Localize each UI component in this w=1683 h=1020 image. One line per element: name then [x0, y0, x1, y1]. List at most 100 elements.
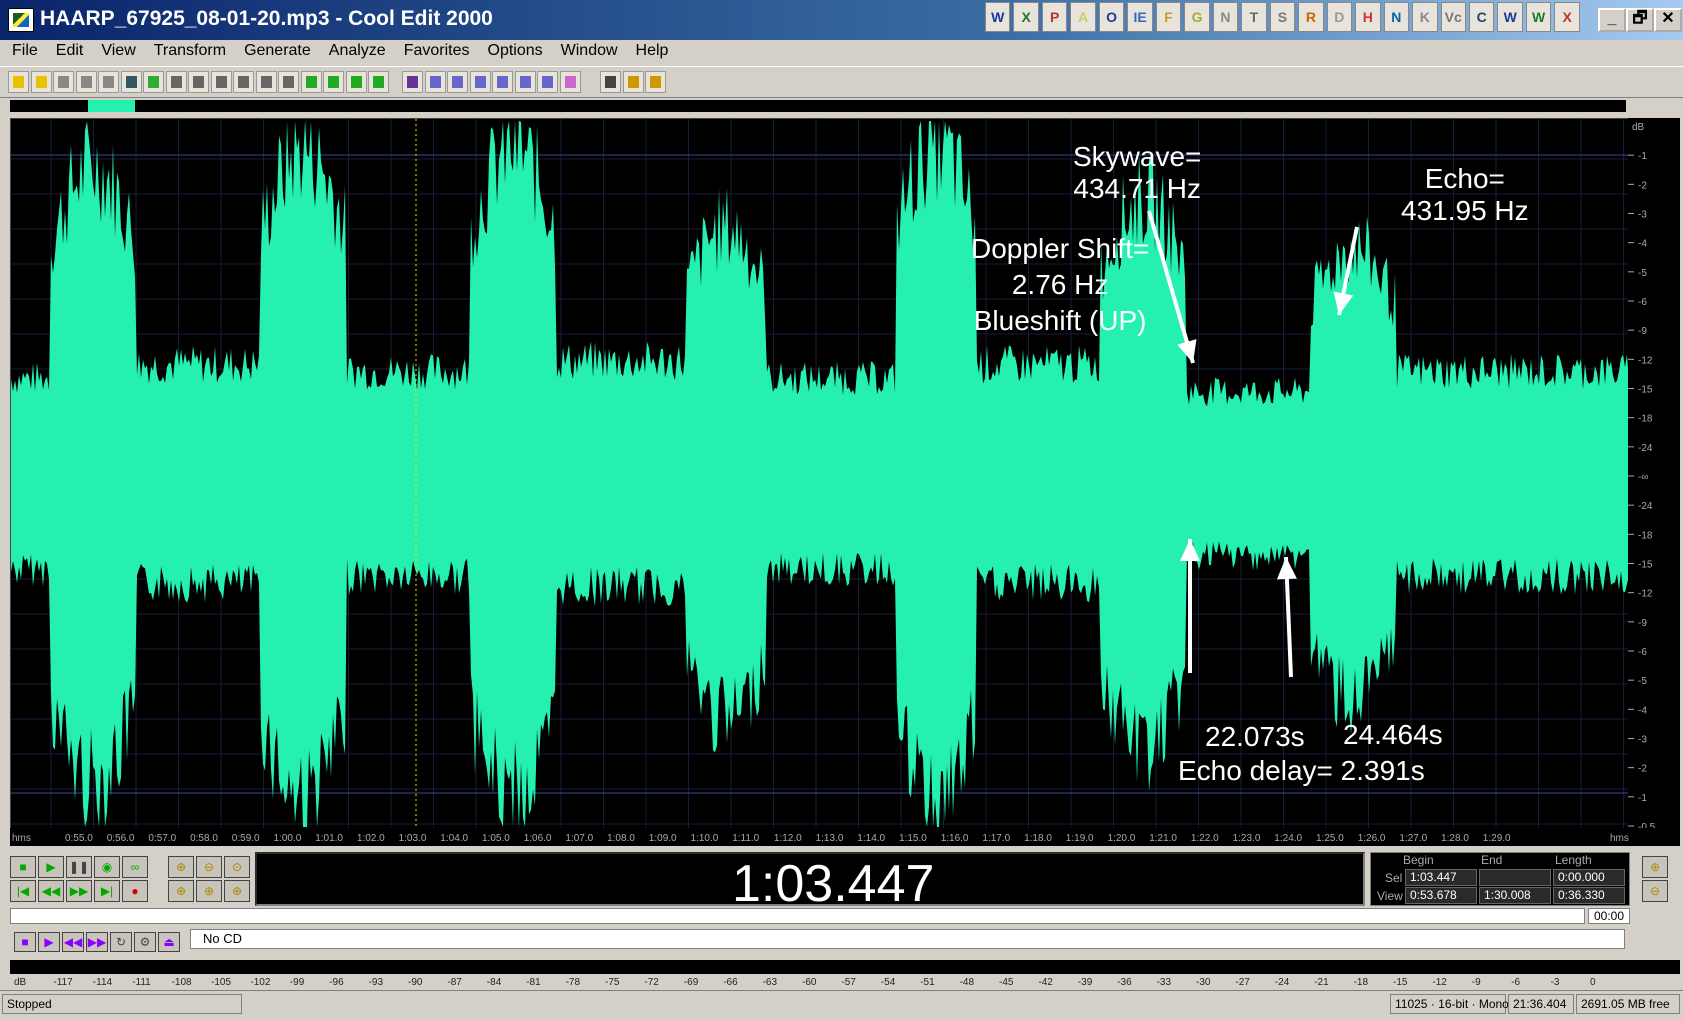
app-icon[interactable] — [8, 8, 34, 32]
menu-generate[interactable]: Generate — [238, 40, 323, 66]
toolbar-button-2[interactable] — [53, 71, 74, 93]
zoom-out-horizontal-button[interactable]: ⊖ — [196, 856, 222, 878]
zoom-full-button[interactable]: ⊙ — [224, 856, 250, 878]
tray-icon-1[interactable]: X — [1013, 2, 1039, 32]
menu-view[interactable]: View — [95, 40, 147, 66]
toolbar-button-23[interactable] — [537, 71, 558, 93]
cd-eject-button[interactable]: ⏏ — [158, 932, 180, 952]
toolbar-button-14[interactable] — [323, 71, 344, 93]
toolbar-button-13[interactable] — [300, 71, 322, 93]
title-bar[interactable]: HAARP_67925_08-01-20.mp3 - Cool Edit 200… — [0, 0, 1683, 40]
menu-favorites[interactable]: Favorites — [398, 40, 482, 66]
pause-button[interactable]: ❚❚ — [66, 856, 92, 878]
play-button[interactable]: ▶ — [38, 856, 64, 878]
tray-icon-18[interactable]: W — [1497, 2, 1523, 32]
toolbar-button-11[interactable] — [255, 71, 277, 93]
toolbar-button-22[interactable] — [514, 71, 536, 93]
tray-icon-6[interactable]: F — [1155, 2, 1182, 32]
cd-prev-button[interactable]: ◀◀ — [62, 932, 84, 952]
toolbar-button-24[interactable] — [559, 71, 581, 93]
toolbar-button-7[interactable] — [165, 71, 187, 93]
zoom-to-left-button[interactable]: ⊕ — [168, 880, 194, 902]
toolbar-button-10[interactable] — [233, 71, 254, 93]
menu-edit[interactable]: Edit — [50, 40, 96, 66]
tray-icon-3[interactable]: A — [1070, 2, 1096, 32]
menu-options[interactable]: Options — [482, 40, 555, 66]
tray-icon-4[interactable]: O — [1098, 2, 1125, 32]
minimize-button[interactable]: _ — [1598, 8, 1626, 32]
menu-file[interactable]: File — [6, 40, 50, 66]
waveform-overview-bar[interactable] — [10, 100, 1626, 112]
toolbar-button-6[interactable] — [143, 71, 164, 93]
toolbar-button-27[interactable] — [645, 71, 666, 93]
menu-transform[interactable]: Transform — [148, 40, 238, 66]
tray-icon-15[interactable]: K — [1412, 2, 1438, 32]
play-to-end-button[interactable]: ◉ — [94, 856, 120, 878]
cd-loop-button[interactable]: ↻ — [110, 932, 132, 952]
go-to-end-button[interactable]: ▶| — [94, 880, 120, 902]
toolbar-button-8[interactable] — [188, 71, 209, 93]
zoom-to-right-button[interactable]: ⊕ — [196, 880, 222, 902]
rewind-button[interactable]: ◀◀ — [38, 880, 64, 902]
tray-icon-12[interactable]: D — [1326, 2, 1353, 32]
toolbar-button-4[interactable] — [98, 71, 119, 93]
view-begin-field[interactable]: 0:53.678 — [1405, 887, 1477, 904]
toolbar-button-16[interactable] — [368, 71, 389, 93]
toolbar-button-17[interactable] — [402, 71, 423, 93]
cd-stop-button[interactable]: ■ — [14, 932, 36, 952]
tray-icon-2[interactable]: P — [1041, 2, 1068, 32]
toolbar-button-20[interactable] — [469, 71, 491, 93]
menu-help[interactable]: Help — [630, 40, 681, 66]
tray-icon-20[interactable]: X — [1554, 2, 1580, 32]
tray-icon-10[interactable]: S — [1269, 2, 1296, 32]
zoom-in-vertical-button[interactable]: ⊕ — [1642, 856, 1668, 878]
loop-button[interactable]: ∞ — [122, 856, 148, 878]
tray-icon-11[interactable]: R — [1298, 2, 1324, 32]
zoom-selection-button[interactable]: ⊕ — [224, 880, 250, 902]
tray-icon-16[interactable]: Vc — [1440, 2, 1466, 32]
tray-icon-14[interactable]: N — [1383, 2, 1410, 32]
sel-begin-field[interactable]: 1:03.447 — [1405, 869, 1477, 886]
tray-icon-9[interactable]: T — [1241, 2, 1267, 32]
toolbar-button-0[interactable] — [8, 71, 29, 93]
cd-play-button[interactable]: ▶ — [38, 932, 60, 952]
toolbar-button-5[interactable] — [120, 71, 142, 93]
tray-icon-7[interactable]: G — [1184, 2, 1210, 32]
close-button[interactable]: ✕ — [1654, 8, 1682, 32]
zoom-out-vertical-button[interactable]: ⊖ — [1642, 880, 1668, 902]
toolbar-button-9[interactable] — [210, 71, 232, 93]
fast-forward-button[interactable]: ▶▶ — [66, 880, 92, 902]
cd-next-button[interactable]: ▶▶ — [86, 932, 108, 952]
toolbar-icon-24 — [564, 76, 576, 88]
toolbar-button-19[interactable] — [447, 71, 468, 93]
toolbar-button-3[interactable] — [75, 71, 97, 93]
toolbar-button-25[interactable] — [600, 71, 621, 93]
tray-icon-8[interactable]: N — [1212, 2, 1239, 32]
view-length-field[interactable]: 0:36.330 — [1553, 887, 1625, 904]
overview-view-range[interactable] — [88, 100, 135, 112]
tray-icon-19[interactable]: W — [1525, 2, 1552, 32]
time-ruler[interactable]: hms 0:55.0 0:56.0 0:57.0 0:58.0 0:59.0 1:00.0 1… — [10, 828, 1680, 846]
toolbar-button-18[interactable] — [424, 71, 446, 93]
tray-icon-13[interactable]: H — [1355, 2, 1381, 32]
stop-button[interactable]: ■ — [10, 856, 36, 878]
waveform-display[interactable]: Skywave= 434.71 Hz Echo= 431.95 Hz Doppl… — [10, 118, 1629, 829]
toolbar-button-1[interactable] — [30, 71, 52, 93]
toolbar-button-21[interactable] — [492, 71, 513, 93]
go-to-start-button[interactable]: |◀ — [10, 880, 36, 902]
view-end-field[interactable]: 1:30.008 — [1479, 887, 1551, 904]
tray-icon-0[interactable]: W — [985, 2, 1011, 32]
restore-button[interactable]: 🗗 — [1626, 8, 1654, 32]
toolbar-button-15[interactable] — [345, 71, 367, 93]
cd-settings-button[interactable]: ⚙ — [134, 932, 156, 952]
toolbar-button-26[interactable] — [622, 71, 644, 93]
tray-icon-5[interactable]: IE — [1127, 2, 1153, 32]
record-button[interactable]: ● — [122, 880, 148, 902]
toolbar-button-12[interactable] — [278, 71, 299, 93]
sel-end-field[interactable] — [1479, 869, 1551, 886]
sel-length-field[interactable]: 0:00.000 — [1553, 869, 1625, 886]
zoom-in-horizontal-button[interactable]: ⊕ — [168, 856, 194, 878]
menu-analyze[interactable]: Analyze — [323, 40, 398, 66]
menu-window[interactable]: Window — [555, 40, 630, 66]
tray-icon-17[interactable]: C — [1468, 2, 1495, 32]
